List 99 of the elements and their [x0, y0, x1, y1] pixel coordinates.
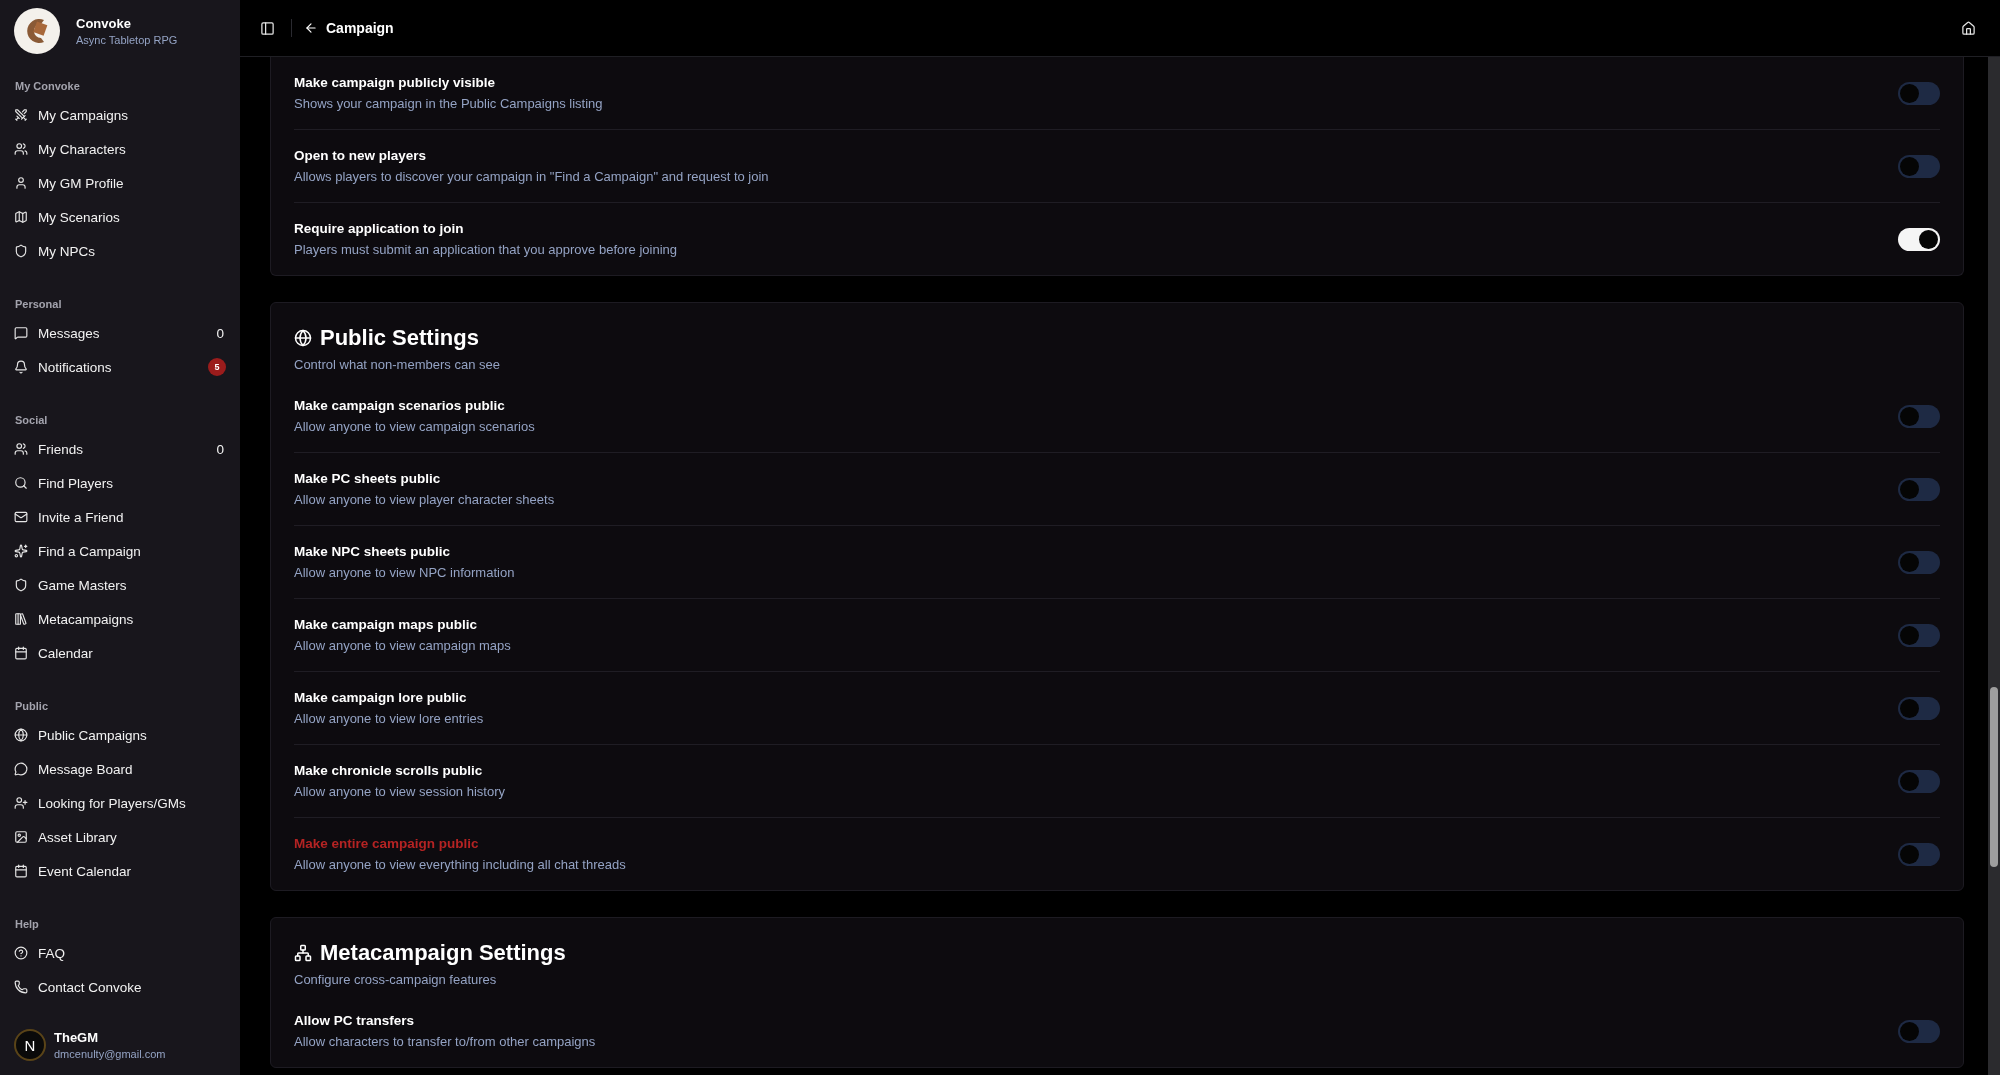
calendar-icon — [14, 864, 28, 878]
sidebar-item[interactable]: My NPCs — [14, 234, 226, 268]
toggle-switch[interactable] — [1898, 696, 1940, 720]
users-icon — [14, 442, 28, 456]
setting-title: Make campaign lore public — [294, 690, 468, 705]
toggle-switch[interactable] — [1898, 1019, 1940, 1043]
setting-title: Make chronicle scrolls public — [294, 763, 484, 778]
app-name: Convoke — [76, 16, 132, 31]
chat-bubble-icon — [14, 762, 28, 776]
toggle-switch[interactable] — [1898, 404, 1940, 428]
setting-title: Make campaign scenarios public — [294, 398, 506, 413]
home-icon — [1961, 20, 1976, 36]
phone-icon — [14, 980, 28, 994]
map-icon — [14, 210, 28, 224]
logo-icon — [14, 8, 60, 54]
setting-description: Allow anyone to view NPC information — [294, 565, 515, 580]
card-title: Metacampaign Settings — [320, 940, 566, 966]
help-icon — [14, 946, 28, 960]
sidebar-item[interactable]: My Scenarios — [14, 200, 226, 234]
setting-description: Allow anyone to view lore entries — [294, 711, 484, 726]
setting-title: Make campaign maps public — [294, 617, 479, 632]
toggle-switch[interactable] — [1898, 842, 1940, 866]
globe-icon — [294, 329, 312, 347]
toggle-switch[interactable] — [1898, 623, 1940, 647]
sidebar-item[interactable]: Invite a Friend — [14, 500, 226, 534]
users-icon — [14, 142, 28, 156]
item-count: 0 — [216, 441, 224, 457]
item-count: 0 — [216, 325, 224, 341]
app-tagline: Async Tabletop RPG — [76, 34, 178, 46]
sidebar-item[interactable]: My GM Profile — [14, 166, 226, 200]
user-plus-icon — [14, 796, 28, 810]
sidebar-item[interactable]: Metacampaigns — [14, 602, 226, 636]
setting-description: Allow characters to transfer to/from other campaigns — [294, 1034, 596, 1049]
user-icon — [14, 176, 28, 190]
library-icon — [14, 612, 28, 626]
back-link[interactable]: Campaign — [304, 20, 394, 36]
toggle-switch[interactable] — [1898, 227, 1940, 251]
network-icon — [294, 944, 312, 962]
toggle-switch[interactable] — [1898, 477, 1940, 501]
sidebar-panel-icon — [260, 20, 275, 36]
calendar-icon — [14, 646, 28, 660]
sidebar-item[interactable]: Asset Library — [14, 820, 226, 854]
setting-description: Allow anyone to view campaign scenarios — [294, 419, 535, 434]
sidebar-item[interactable]: My Campaigns — [14, 98, 226, 132]
scrollbar[interactable] — [1988, 57, 2000, 1075]
setting-description: Allows players to discover your campaign in "Find a Campaign" and request to join — [294, 169, 769, 184]
setting-title: Make PC sheets public — [294, 471, 442, 486]
setting-description: Allow anyone to view session history — [294, 784, 505, 799]
sidebar-item[interactable]: Calendar — [14, 636, 226, 670]
message-icon — [14, 326, 28, 340]
setting-title: Make entire campaign public — [294, 836, 480, 851]
sidebar-item[interactable]: Public Campaigns — [14, 718, 226, 752]
sidebar-item[interactable]: Messages 0 — [14, 316, 226, 350]
shield-icon — [14, 578, 28, 592]
mail-icon — [14, 510, 28, 524]
sparkles-icon — [14, 544, 28, 558]
toggle-switch[interactable] — [1898, 154, 1940, 178]
sidebar-item[interactable]: Find Players — [14, 466, 226, 500]
section-label: Personal — [15, 298, 62, 310]
sidebar-item[interactable]: Contact Convoke — [14, 970, 226, 1004]
globe-icon — [14, 728, 28, 742]
swords-icon — [14, 108, 28, 122]
sidebar-item[interactable]: Notifications 5 — [14, 350, 226, 384]
setting-title: Open to new players — [294, 148, 428, 163]
sidebar-item[interactable]: Looking for Players/GMs — [14, 786, 226, 820]
notification-badge: 5 — [208, 358, 226, 376]
setting-description: Players must submit an application that you approve before joining — [294, 242, 677, 257]
setting-description: Shows your campaign in the Public Campaigns listing — [294, 96, 603, 111]
bell-icon — [14, 360, 28, 374]
setting-title: Make NPC sheets public — [294, 544, 452, 559]
sidebar-item[interactable]: Message Board — [14, 752, 226, 786]
card-subtitle: Control what non-members can see — [294, 357, 501, 372]
sidebar-item[interactable]: Event Calendar — [14, 854, 226, 888]
section-label: Social — [15, 414, 48, 426]
toggle-switch[interactable] — [1898, 81, 1940, 105]
image-icon — [14, 830, 28, 844]
setting-title: Require application to join — [294, 221, 465, 236]
user-email: dmcenulty@gmail.com — [54, 1048, 166, 1060]
card-title: Public Settings — [320, 325, 479, 351]
sidebar-item[interactable]: Friends 0 — [14, 432, 226, 466]
user-name: TheGM — [54, 1030, 100, 1045]
shield-icon — [14, 244, 28, 258]
sidebar-item[interactable]: My Characters — [14, 132, 226, 166]
setting-description: Allow anyone to view campaign maps — [294, 638, 511, 653]
toggle-switch[interactable] — [1898, 550, 1940, 574]
setting-description: Allow anyone to view everything including all chat threads — [294, 857, 626, 872]
sidebar-item[interactable]: Find a Campaign — [14, 534, 226, 568]
setting-title: Allow PC transfers — [294, 1013, 416, 1028]
section-label: Public — [15, 700, 48, 712]
setting-description: Allow anyone to view player character sheets — [294, 492, 555, 507]
setting-title: Make campaign publicly visible — [294, 75, 497, 90]
section-label: Help — [15, 918, 39, 930]
card-subtitle: Configure cross-campaign features — [294, 972, 498, 987]
user-avatar[interactable]: N — [14, 1029, 46, 1061]
sidebar-item[interactable]: Game Masters — [14, 568, 226, 602]
search-icon — [14, 476, 28, 490]
section-label: My Convoke — [15, 80, 80, 92]
sidebar-item[interactable]: FAQ — [14, 936, 226, 970]
toggle-switch[interactable] — [1898, 769, 1940, 793]
